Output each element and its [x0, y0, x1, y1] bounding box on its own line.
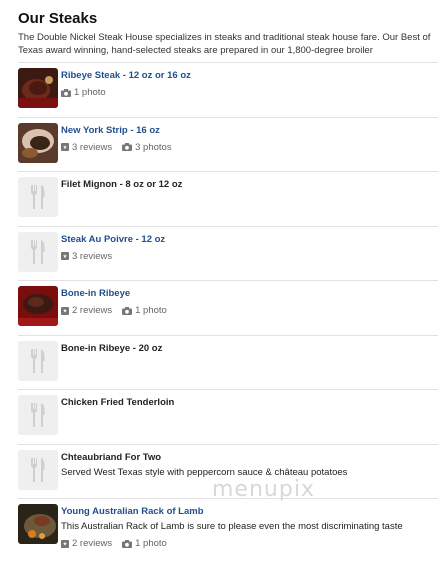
watermark-logo: menupix	[212, 477, 315, 502]
fork-knife-icon	[31, 457, 45, 482]
review-star-icon	[61, 306, 69, 315]
photos-count: 1 photo	[74, 87, 106, 98]
fork-knife-icon	[31, 239, 45, 264]
menu-item-description: This Australian Rack of Lamb is sure to …	[61, 521, 403, 532]
reviews-link[interactable]: 2 reviews	[61, 538, 112, 549]
placeholder-thumbnail	[18, 449, 58, 490]
fork-knife-icon	[31, 185, 45, 209]
reviews-link[interactable]: 3 reviews	[61, 142, 112, 153]
reviews-count: 2 reviews	[72, 305, 113, 316]
reviews-count: 2 reviews	[72, 538, 113, 549]
menu-item-name[interactable]: Ribeye Steak - 12 oz or 16 oz	[61, 69, 438, 82]
photos-count: 3 photos	[135, 141, 172, 153]
food-photo-thumbnail[interactable]	[18, 286, 58, 326]
food-photo-thumbnail[interactable]	[18, 122, 58, 163]
review-star-icon	[61, 143, 69, 151]
reviews-link[interactable]: 3 reviews	[61, 251, 112, 262]
photos-link[interactable]: 1 photo	[61, 87, 106, 98]
menu-item: Ribeye Steak - 12 oz or 16 oz 1 photo	[18, 62, 438, 117]
reviews-link[interactable]: 2 reviews	[61, 305, 112, 316]
placeholder-thumbnail	[18, 395, 58, 435]
menu-item: Filet Mignon - 8 oz or 12 oz	[18, 171, 438, 226]
food-photo-thumbnail[interactable]	[18, 68, 58, 108]
menu-item: Chicken Fried Tenderloin	[18, 389, 438, 444]
photos-link[interactable]: 1 photo	[122, 305, 167, 316]
menu-item: Steak Au Poivre - 12 oz 3 reviews	[18, 225, 438, 281]
camera-icon	[61, 88, 71, 97]
menu-item-name: Bone-in Ribeye - 20 oz	[61, 342, 163, 354]
camera-icon	[122, 143, 133, 151]
menu-item-name: Chteaubriand For Two	[61, 451, 162, 463]
menu-item-name[interactable]: Steak Au Poivre - 12 oz	[61, 233, 438, 246]
menu-item: Bone-in Ribeye 2 reviews 1 photo	[18, 280, 438, 335]
menu-item: Bone-in Ribeye - 20 oz	[18, 334, 438, 390]
menu-item-name: Filet Mignon - 8 oz or 12 oz	[61, 179, 183, 190]
placeholder-thumbnail	[18, 231, 58, 272]
fork-knife-icon	[31, 348, 45, 373]
photos-count: 1 photo	[135, 538, 167, 549]
camera-icon	[122, 306, 133, 315]
menu-item: New York Strip - 16 oz 3 reviews 3 photo…	[18, 116, 438, 172]
photos-count: 1 photo	[135, 305, 167, 316]
camera-icon	[122, 539, 133, 548]
review-star-icon	[61, 539, 69, 548]
menu-item: Young Australian Rack of Lamb This Austr…	[18, 498, 438, 567]
placeholder-thumbnail	[18, 340, 58, 381]
section-title: Our Steaks	[18, 10, 98, 27]
section-intro: The Double Nickel Steak House specialize…	[18, 32, 431, 56]
photos-link[interactable]: 3 photos	[122, 141, 172, 153]
menu-item-name[interactable]: New York Strip - 16 oz	[61, 124, 438, 137]
menu-item-name[interactable]: Bone-in Ribeye	[61, 287, 438, 300]
review-star-icon	[61, 252, 69, 260]
fork-knife-icon	[31, 403, 45, 427]
food-photo-thumbnail[interactable]	[18, 504, 58, 544]
menu-item-name: Chicken Fried Tenderloin	[61, 397, 175, 408]
placeholder-thumbnail	[18, 177, 58, 217]
menu-item-name[interactable]: Young Australian Rack of Lamb	[61, 505, 438, 518]
photos-link[interactable]: 1 photo	[122, 538, 167, 549]
reviews-count: 3 reviews	[72, 250, 113, 262]
reviews-count: 3 reviews	[72, 141, 113, 153]
